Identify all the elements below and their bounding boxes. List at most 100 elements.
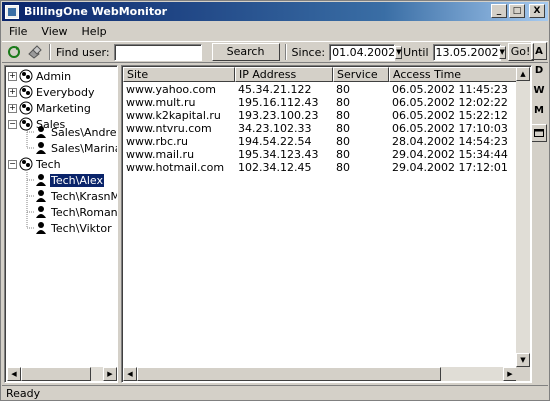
cell-access-time: 28.04.2002 14:54:23 <box>392 135 508 148</box>
cell-service: 80 <box>336 161 350 174</box>
toolbar-separator <box>284 44 287 60</box>
tree-user-tech-alex[interactable]: Tech\Alex <box>34 172 105 188</box>
scroll-left-icon[interactable]: ◀ <box>7 367 21 381</box>
expand-icon[interactable]: + <box>8 71 17 81</box>
connect-icon[interactable] <box>26 44 44 61</box>
status-text: Ready <box>6 386 41 400</box>
since-date-picker[interactable]: 01.04.2002 ▼ <box>329 43 403 61</box>
group-icon <box>19 85 33 99</box>
side-button-a[interactable]: A <box>531 42 547 60</box>
cell-access-time: 06.05.2002 17:10:03 <box>392 122 508 135</box>
user-icon <box>36 222 46 234</box>
minimize-button[interactable]: _ <box>491 4 507 18</box>
side-button-window[interactable] <box>531 124 547 142</box>
search-button[interactable]: Search <box>211 43 280 61</box>
scroll-left-icon[interactable]: ◀ <box>123 367 137 381</box>
user-icon <box>36 142 46 154</box>
find-user-label: Find user: <box>56 45 110 59</box>
go-button[interactable]: Go! <box>507 43 534 61</box>
column-header-ip[interactable]: IP Address <box>235 67 333 82</box>
title-bar[interactable]: BillingOne WebMonitor _ □ X <box>2 2 548 21</box>
table-row[interactable]: www.ntvru.com 34.23.102.33 80 06.05.2002… <box>123 122 518 135</box>
tree-group-admin[interactable]: + Admin <box>8 68 72 84</box>
cell-access-time: 06.05.2002 15:22:12 <box>392 109 508 122</box>
expand-icon[interactable]: + <box>8 87 17 97</box>
scrollbar-thumb[interactable] <box>21 367 91 381</box>
cell-site: www.ntvru.com <box>126 122 212 135</box>
tree-user-label: Tech\Alex <box>50 173 105 187</box>
cell-ip: 194.54.22.54 <box>238 135 312 148</box>
cell-access-time: 06.05.2002 12:02:22 <box>392 96 508 109</box>
table-row[interactable]: www.yahoo.com 45.34.21.122 80 06.05.2002… <box>123 83 518 96</box>
list-horizontal-scrollbar[interactable]: ◀ ▶ <box>123 367 517 381</box>
tree-group-label: Admin <box>36 69 72 83</box>
group-icon <box>19 101 33 115</box>
table-row[interactable]: www.rbc.ru 194.54.22.54 80 28.04.2002 14… <box>123 135 518 148</box>
tree-user-sales-marina[interactable]: Sales\Marina <box>34 140 117 156</box>
tree-user-tech-krasnmax[interactable]: Tech\KrasnMax <box>34 188 117 204</box>
scroll-right-icon[interactable]: ▶ <box>103 367 117 381</box>
tree-user-label: Tech\Viktor <box>51 221 112 235</box>
scrollbar-thumb[interactable] <box>137 367 441 381</box>
tree-horizontal-scrollbar[interactable]: ◀ ▶ <box>7 367 117 381</box>
maximize-button[interactable]: □ <box>509 4 525 18</box>
side-button-w[interactable]: W <box>531 82 547 100</box>
tree-user-sales-andreyp[interactable]: Sales\AndreyP <box>34 124 117 140</box>
until-date-picker[interactable]: 13.05.2002 ▼ <box>432 43 506 61</box>
cell-site: www.yahoo.com <box>126 83 216 96</box>
window-controls: _ □ X <box>491 4 545 18</box>
find-user-input[interactable] <box>113 43 202 61</box>
scroll-down-icon[interactable]: ▼ <box>516 353 530 367</box>
expand-icon[interactable]: + <box>8 103 17 113</box>
list-header: Site IP Address Service Access Time <box>123 67 518 82</box>
cell-site: www.mult.ru <box>126 96 196 109</box>
cell-site: www.rbc.ru <box>126 135 189 148</box>
table-row[interactable]: www.mail.ru 195.34.123.43 80 29.04.2002 … <box>123 148 518 161</box>
side-button-m[interactable]: M <box>531 102 547 120</box>
window-title: BillingOne WebMonitor <box>24 5 168 18</box>
menu-view[interactable]: View <box>34 25 74 38</box>
tree-group-marketing[interactable]: + Marketing <box>8 100 92 116</box>
tree-user-tech-viktor[interactable]: Tech\Viktor <box>34 220 113 236</box>
cell-ip: 102.34.12.45 <box>238 161 312 174</box>
tree-group-everybody[interactable]: + Everybody <box>8 84 95 100</box>
tree-group-label: Everybody <box>36 85 95 99</box>
tree-user-tech-romanr[interactable]: Tech\RomanR <box>34 204 117 220</box>
cell-ip: 195.34.123.43 <box>238 148 319 161</box>
close-button[interactable]: X <box>529 4 545 18</box>
scroll-up-icon[interactable]: ▲ <box>516 67 530 81</box>
scroll-right-icon[interactable]: ▶ <box>503 367 517 381</box>
cell-access-time: 29.04.2002 17:12:01 <box>392 161 508 174</box>
since-label: Since: <box>291 45 326 59</box>
table-row[interactable]: www.k2kapital.ru 193.23.100.23 80 06.05.… <box>123 109 518 122</box>
tree-group-tech[interactable]: − Tech <box>8 156 62 172</box>
cell-service: 80 <box>336 122 350 135</box>
side-button-d[interactable]: D <box>531 62 547 80</box>
table-row[interactable]: www.mult.ru 195.16.112.43 80 06.05.2002 … <box>123 96 518 109</box>
cell-site: www.mail.ru <box>126 148 195 161</box>
column-header-access-time[interactable]: Access Time <box>389 67 518 82</box>
column-header-site[interactable]: Site <box>123 67 235 82</box>
menu-file[interactable]: File <box>2 25 34 38</box>
toolbar: Find user: Search Since: 01.04.2002 ▼ Un… <box>2 41 548 63</box>
cell-site: www.k2kapital.ru <box>126 109 221 122</box>
cell-site: www.hotmail.com <box>126 161 225 174</box>
until-date-value: 13.05.2002 <box>435 45 499 59</box>
refresh-icon[interactable] <box>5 44 23 61</box>
until-label: Until <box>403 45 429 59</box>
collapse-icon[interactable]: − <box>8 119 17 129</box>
group-icon <box>19 117 33 131</box>
cell-ip: 45.34.21.122 <box>238 83 312 96</box>
cell-access-time: 29.04.2002 15:34:44 <box>392 148 508 161</box>
main-window: BillingOne WebMonitor _ □ X File View He… <box>0 0 550 401</box>
chevron-down-icon[interactable]: ▼ <box>395 45 403 59</box>
menu-help[interactable]: Help <box>75 25 114 38</box>
collapse-icon[interactable]: − <box>8 159 17 169</box>
list-vertical-scrollbar[interactable]: ▲ ▼ <box>516 67 530 367</box>
cell-ip: 195.16.112.43 <box>238 96 319 109</box>
column-header-service[interactable]: Service <box>333 67 389 82</box>
cell-service: 80 <box>336 96 350 109</box>
table-row[interactable]: www.hotmail.com 102.34.12.45 80 29.04.20… <box>123 161 518 174</box>
chevron-down-icon[interactable]: ▼ <box>498 45 506 59</box>
cell-service: 80 <box>336 148 350 161</box>
